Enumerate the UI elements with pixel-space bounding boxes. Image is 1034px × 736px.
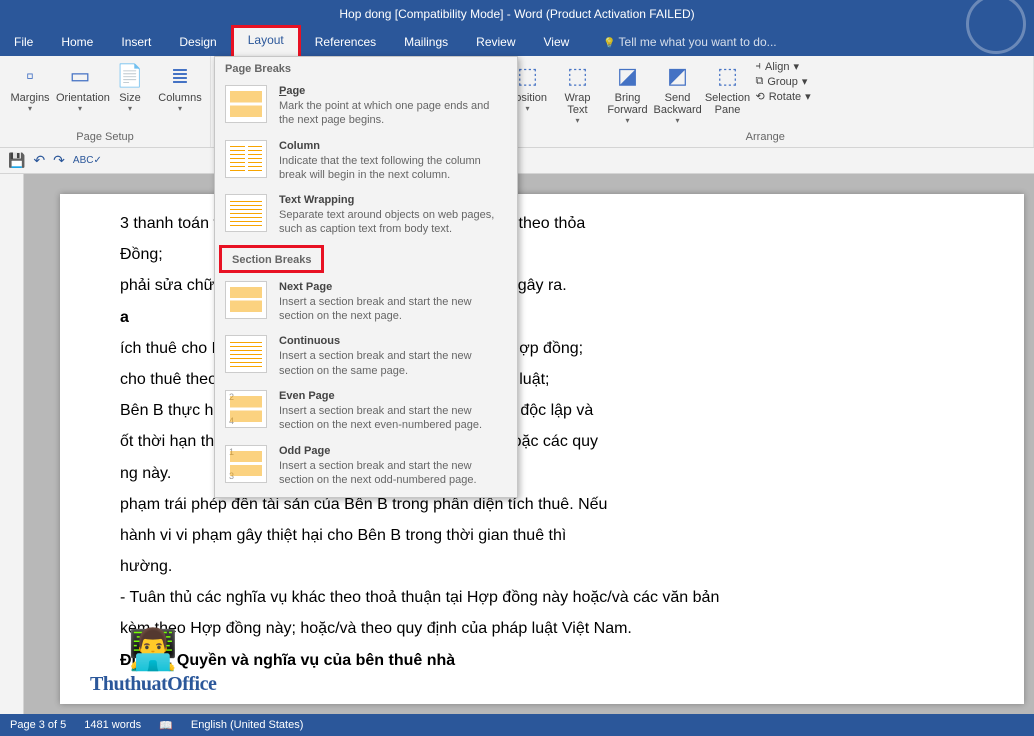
columns-button[interactable]: ≣Columns▾: [156, 60, 204, 113]
menu-bar: File Home Insert Design Layout Reference…: [0, 28, 1034, 56]
break-continuous[interactable]: ContinuousInsert a section break and sta…: [215, 329, 517, 384]
tab-mailings[interactable]: Mailings: [390, 28, 462, 56]
column-break-icon: [225, 140, 267, 178]
breaks-dropdown: Page Breaks PPageageMark the point at wh…: [214, 56, 518, 498]
align-button[interactable]: ⫞Align ▾: [755, 60, 810, 73]
para[interactable]: kèm theo Hợp đồng này; hoặc/và theo quy …: [120, 615, 1000, 642]
watermark: 👨‍💻 ThuthuatOffice: [90, 626, 216, 696]
even-page-icon: 24: [225, 390, 267, 428]
page-break-icon: [225, 85, 267, 123]
margins-button[interactable]: ▫Margins▾: [6, 60, 54, 113]
undo-icon[interactable]: ↶: [33, 152, 45, 169]
continuous-icon: [225, 335, 267, 373]
window-title: Hop dong [Compatibility Mode] - Word (Pr…: [339, 7, 694, 21]
align-icon: ⫞: [755, 60, 761, 73]
status-words[interactable]: 1481 words: [84, 719, 141, 731]
status-language[interactable]: English (United States): [191, 719, 304, 731]
break-even-page[interactable]: 24 Even PageInsert a section break and s…: [215, 384, 517, 439]
break-next-page[interactable]: Next PageInsert a section break and star…: [215, 275, 517, 330]
send-backward-button[interactable]: ◩Send Backward▾: [653, 60, 701, 125]
tab-home[interactable]: Home: [47, 28, 107, 56]
break-page[interactable]: PPageageMark the point at which one page…: [215, 79, 517, 134]
break-column[interactable]: ColumnIndicate that the text following t…: [215, 134, 517, 189]
page-setup-label: Page Setup: [6, 129, 204, 145]
status-page[interactable]: Page 3 of 5: [10, 719, 66, 731]
bring-forward-button[interactable]: ◪Bring Forward▾: [603, 60, 651, 125]
odd-page-icon: 13: [225, 445, 267, 483]
group-icon: ⧉: [755, 75, 763, 88]
arrange-label: Arrange: [503, 129, 1027, 145]
para[interactable]: hường.: [120, 553, 1000, 580]
para[interactable]: - Tuân thủ các nghĩa vụ khác theo thoả t…: [120, 584, 1000, 611]
para[interactable]: hành vi vi phạm gây thiệt hại cho Bên B …: [120, 522, 1000, 549]
tab-review[interactable]: Review: [462, 28, 529, 56]
wrap-break-icon: [225, 194, 267, 232]
next-page-icon: [225, 281, 267, 319]
tab-insert[interactable]: Insert: [107, 28, 165, 56]
vertical-ruler[interactable]: [0, 174, 24, 714]
save-icon[interactable]: 💾: [8, 152, 25, 169]
title-bar: Hop dong [Compatibility Mode] - Word (Pr…: [0, 0, 1034, 28]
break-text-wrapping[interactable]: Text WrappingSeparate text around object…: [215, 188, 517, 243]
spellcheck-icon[interactable]: ABC✓: [73, 155, 102, 166]
tell-me-search[interactable]: Tell me what you want to do...: [589, 28, 790, 56]
group-button[interactable]: ⧉Group ▾: [755, 75, 810, 88]
watermark-text: ThuthuatOffice: [90, 673, 216, 696]
selection-pane-button[interactable]: ⬚Selection Pane: [703, 60, 751, 125]
status-proofing-icon[interactable]: 📖: [159, 719, 173, 732]
orientation-button[interactable]: ▭Orientation▾: [56, 60, 104, 113]
group-page-setup: ▫Margins▾ ▭Orientation▾ 📄Size▾ ≣Columns▾…: [0, 56, 211, 147]
group-arrange: ⬚Position▾ ⬚Wrap Text▾ ◪Bring Forward▾ ◩…: [497, 56, 1034, 147]
break-odd-page[interactable]: 13 Odd PageInsert a section break and st…: [215, 439, 517, 494]
heading-para[interactable]: Điều 8. Quyền và nghĩa vụ của bên thuê n…: [120, 647, 1000, 674]
tab-layout[interactable]: Layout: [231, 25, 301, 56]
watermark-icon: 👨‍💻: [90, 626, 216, 673]
size-button[interactable]: 📄Size▾: [106, 60, 154, 113]
tab-file[interactable]: File: [0, 28, 47, 56]
tab-design[interactable]: Design: [165, 28, 230, 56]
section-breaks-header: Section Breaks: [219, 245, 324, 273]
rotate-icon: ⟲: [755, 90, 764, 103]
redo-icon[interactable]: ↷: [53, 152, 65, 169]
tab-view[interactable]: View: [530, 28, 584, 56]
rotate-button[interactable]: ⟲Rotate ▾: [755, 90, 810, 103]
wrap-text-button[interactable]: ⬚Wrap Text▾: [553, 60, 601, 125]
page-breaks-header: Page Breaks: [215, 57, 517, 79]
status-bar: Page 3 of 5 1481 words 📖 English (United…: [0, 714, 1034, 736]
tab-references[interactable]: References: [301, 28, 390, 56]
